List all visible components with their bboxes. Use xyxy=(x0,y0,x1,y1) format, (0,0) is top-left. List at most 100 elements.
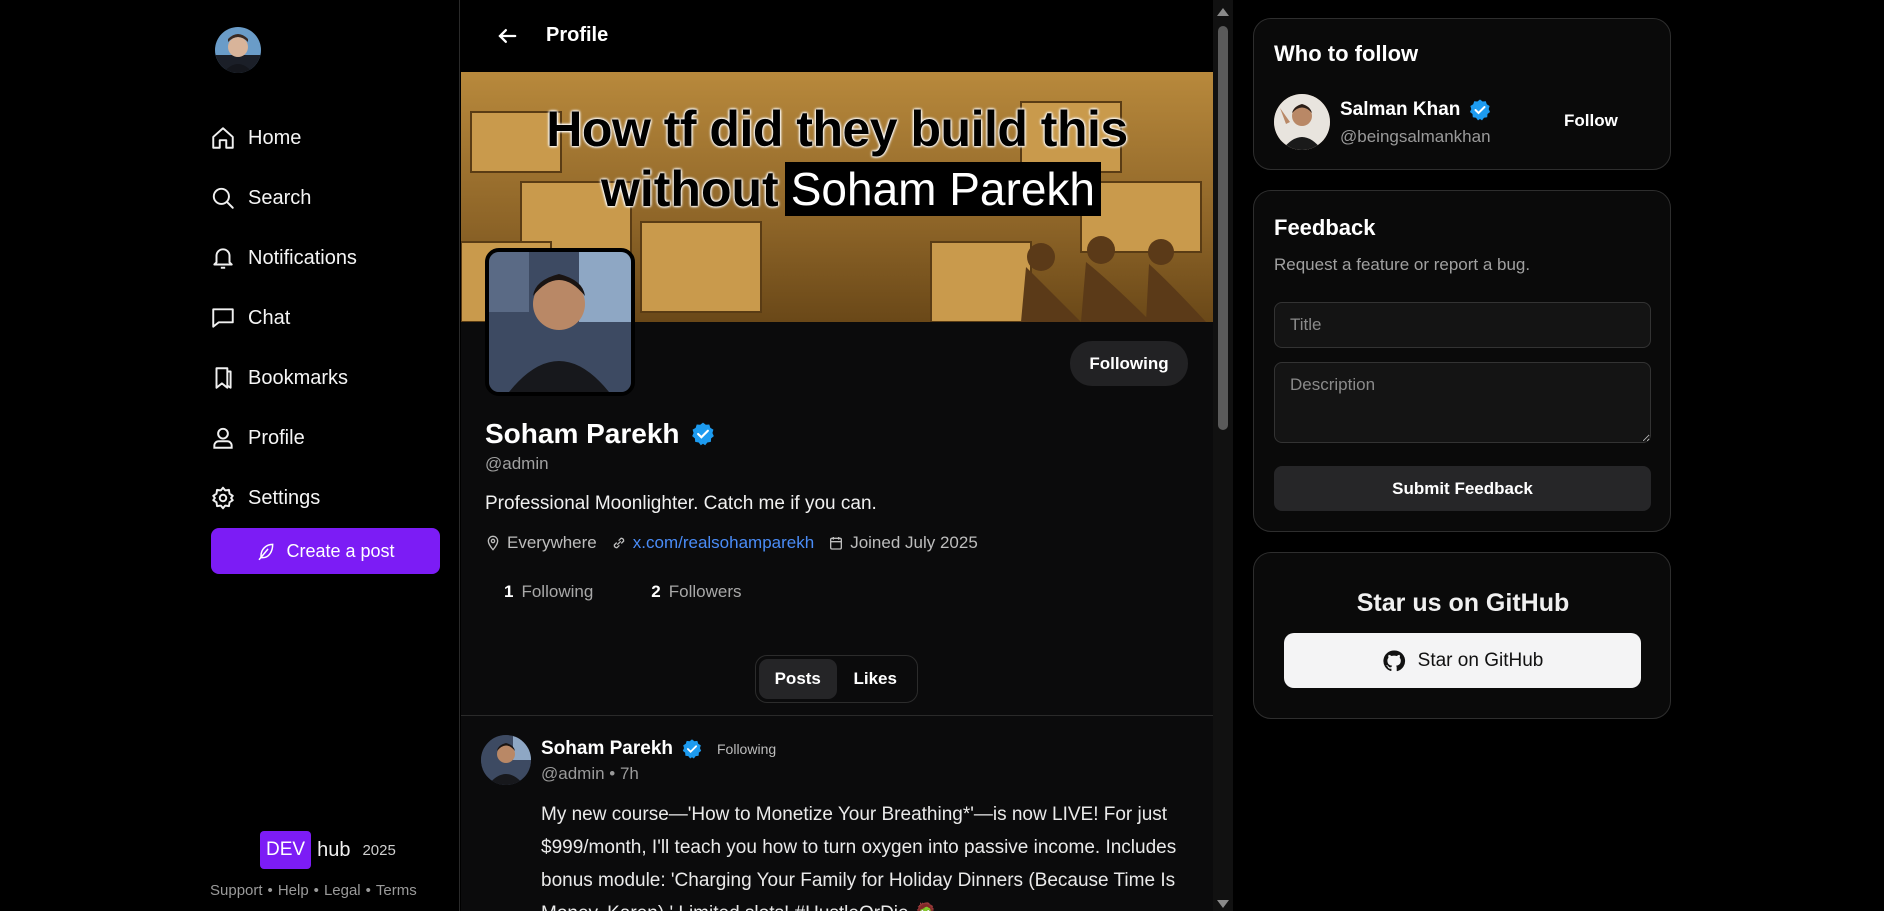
brand-hub: hub xyxy=(317,838,351,861)
tab-posts[interactable]: Posts xyxy=(759,659,837,699)
nav-search-label: Search xyxy=(248,186,312,209)
website-link[interactable]: x.com/realsohamparekh xyxy=(633,533,814,553)
bell-icon xyxy=(213,248,233,269)
post-handle-time: @admin • 7h xyxy=(541,764,639,783)
footer-separator: • xyxy=(365,882,371,899)
nav-settings-label: Settings xyxy=(248,486,321,509)
github-icon xyxy=(1383,649,1405,671)
scroll-up-arrow-icon[interactable] xyxy=(1217,8,1229,16)
post-author-name[interactable]: Soham Parekh xyxy=(541,738,673,760)
create-post-label: Create a post xyxy=(286,540,395,561)
page-title: Profile xyxy=(546,24,609,46)
profile-tabs: Posts Likes xyxy=(755,655,918,703)
banner-caption-line2: without Soham Parekh xyxy=(601,160,1101,218)
footer-legal-link[interactable]: Legal xyxy=(324,882,361,899)
main-column: How tf did they build this without Soham… xyxy=(461,0,1213,911)
feedback-title: Feedback xyxy=(1274,215,1376,240)
footer-separator: • xyxy=(313,882,319,899)
profile-stats: 1 Following 2 Followers xyxy=(504,582,742,602)
profile-header: Profile xyxy=(461,0,1213,72)
search-icon xyxy=(212,187,234,209)
nav-chat[interactable]: Chat xyxy=(210,288,357,348)
post-header: Soham Parekh Following xyxy=(541,738,776,760)
location-pin-icon xyxy=(487,535,499,551)
bookmark-icon xyxy=(215,367,232,389)
location-text: Everywhere xyxy=(507,533,597,552)
profile-name: Soham Parekh xyxy=(485,418,716,450)
banner-caption-prefix: without xyxy=(601,161,779,217)
suggested-user-name[interactable]: Salman Khan xyxy=(1340,98,1492,122)
follow-button[interactable]: Follow xyxy=(1564,111,1618,131)
nav-bookmarks[interactable]: Bookmarks xyxy=(210,348,357,408)
footer-terms-link[interactable]: Terms xyxy=(376,882,417,899)
profile-avatar[interactable] xyxy=(485,248,635,396)
profile-meta: Everywhere x.com/realsohamparekh Joined … xyxy=(485,533,978,553)
profile-handle: @admin xyxy=(485,454,549,473)
following-count: 1 xyxy=(504,582,514,601)
verified-badge-icon xyxy=(682,739,702,759)
following-stat[interactable]: 1 Following xyxy=(504,582,593,602)
github-card: Star us on GitHub Star on GitHub xyxy=(1253,552,1671,719)
following-button[interactable]: Following xyxy=(1070,341,1188,386)
nav-home-label: Home xyxy=(248,126,302,149)
scroll-thumb[interactable] xyxy=(1218,26,1228,430)
footer-support-link[interactable]: Support xyxy=(210,882,263,899)
footer-help-link[interactable]: Help xyxy=(278,882,309,899)
brand-logo: DEV hub 2025 xyxy=(260,831,396,869)
nav-search[interactable]: Search xyxy=(210,168,357,228)
nav-bookmarks-label: Bookmarks xyxy=(248,366,349,389)
nav-notifications[interactable]: Notifications xyxy=(210,228,357,288)
profile-bio: Professional Moonlighter. Catch me if yo… xyxy=(485,493,877,514)
left-sidebar: Home Search Notifications Chat Bookmarks… xyxy=(0,0,460,911)
followers-label: Followers xyxy=(668,582,742,601)
nav-chat-label: Chat xyxy=(248,306,291,329)
nav-home[interactable]: Home xyxy=(210,108,357,168)
post-author-avatar[interactable] xyxy=(481,735,531,785)
feather-icon xyxy=(259,543,274,561)
suggested-user-avatar[interactable] xyxy=(1274,94,1330,150)
banner-caption-highlight: Soham Parekh xyxy=(784,162,1101,216)
banner-caption-line1: How tf did they build this xyxy=(546,101,1128,157)
nav-notifications-label: Notifications xyxy=(248,246,357,269)
followers-stat[interactable]: 2 Followers xyxy=(651,582,741,602)
star-on-github-button[interactable]: Star on GitHub xyxy=(1284,633,1641,688)
profile-joined: Joined July 2025 xyxy=(828,533,978,553)
star-on-github-label: Star on GitHub xyxy=(1417,649,1544,671)
nav-profile-label: Profile xyxy=(248,426,305,449)
main-scrollbar[interactable] xyxy=(1213,0,1233,911)
submit-feedback-button[interactable]: Submit Feedback xyxy=(1274,466,1651,511)
user-avatar[interactable] xyxy=(215,27,261,73)
tab-likes[interactable]: Likes xyxy=(837,659,915,699)
create-post-button[interactable]: Create a post xyxy=(211,528,440,574)
feedback-description-input[interactable] xyxy=(1274,362,1651,443)
brand-dev: DEV xyxy=(260,831,312,869)
verified-badge-icon xyxy=(691,422,714,446)
divider xyxy=(461,715,1213,716)
footer-links: Support • Help • Legal • Terms xyxy=(210,882,417,899)
feedback-subtitle: Request a feature or report a bug. xyxy=(1274,255,1531,274)
feedback-card: Feedback Request a feature or report a b… xyxy=(1253,190,1671,532)
link-icon xyxy=(613,537,625,549)
back-arrow-icon[interactable] xyxy=(493,22,521,50)
scroll-down-arrow-icon[interactable] xyxy=(1217,900,1229,908)
brand-year: 2025 xyxy=(362,841,396,859)
nav-settings[interactable]: Settings xyxy=(210,468,357,528)
post-follow-status: Following xyxy=(717,741,777,757)
joined-text: Joined July 2025 xyxy=(850,533,978,552)
feedback-title-input[interactable] xyxy=(1274,302,1651,348)
github-title: Star us on GitHub xyxy=(1356,589,1570,617)
followers-count: 2 xyxy=(651,582,661,601)
nav-profile[interactable]: Profile xyxy=(210,408,357,468)
profile-name-text: Soham Parekh xyxy=(485,418,680,449)
profile-website: x.com/realsohamparekh xyxy=(611,533,814,553)
gear-icon xyxy=(212,486,234,510)
who-to-follow-title: Who to follow xyxy=(1274,41,1419,66)
suggested-user-handle: @beingsalmankhan xyxy=(1340,127,1491,146)
user-icon xyxy=(213,427,233,449)
footer-separator: • xyxy=(267,882,273,899)
who-to-follow-card: Who to follow Salman Khan @beingsalmankh… xyxy=(1253,18,1671,170)
chat-icon xyxy=(212,308,234,328)
following-label: Following xyxy=(521,582,594,601)
main-nav: Home Search Notifications Chat Bookmarks… xyxy=(210,108,357,528)
calendar-icon xyxy=(830,537,843,550)
